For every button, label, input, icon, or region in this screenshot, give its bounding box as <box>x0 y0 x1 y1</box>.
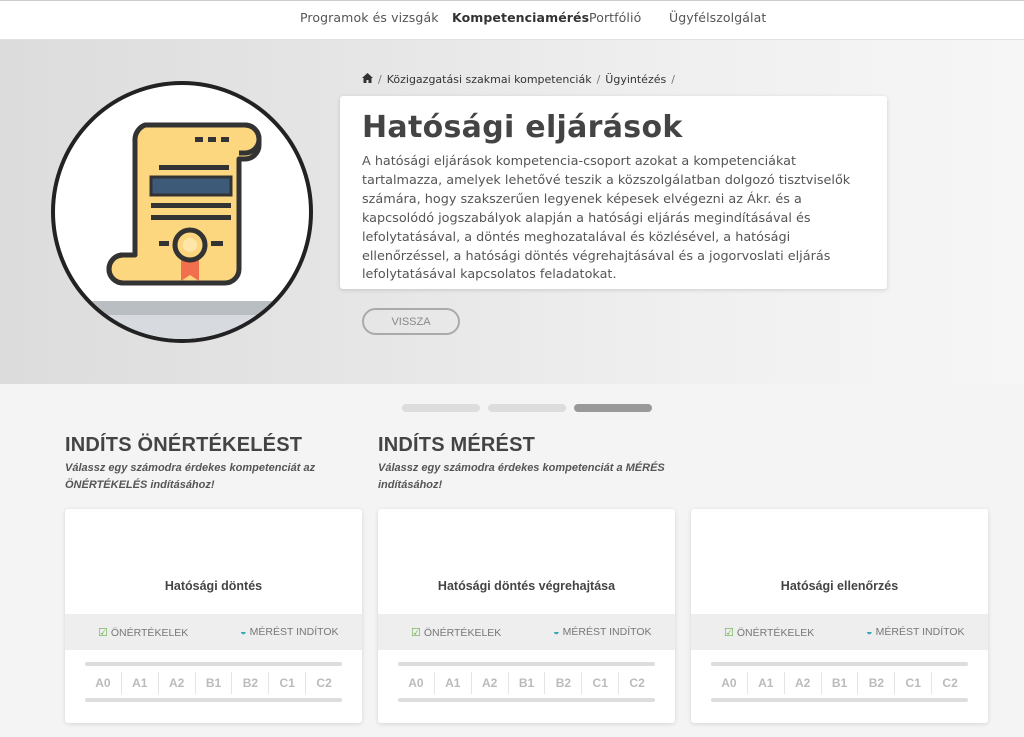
page-title: Hatósági eljárások <box>362 110 683 145</box>
breadcrumb-separator: / <box>671 73 675 86</box>
top-navigation: Programok és vizsgák Kompetenciamérés Po… <box>0 0 1024 47</box>
hero-section: / Közigazgatási szakmai kompetenciák / Ü… <box>0 40 1024 384</box>
self-assess-label: ÖNÉRTÉKELEK <box>423 626 502 639</box>
level-scale: A0 A1 A2 B1 B2 C1 C2 <box>711 672 968 694</box>
measure-subtitle-line2: indításához! <box>378 479 443 491</box>
start-measure-label: MÉRÉST INDÍTOK <box>875 626 965 638</box>
competency-card-hatosagi-ellenorzes[interactable]: Hatósági ellenőrzés ☑ ÖNÉRTÉKELEK ◒ MÉRÉ… <box>691 509 988 723</box>
competency-card-hatosagi-dontes[interactable]: Hatósági döntés ☑ ÖNÉRTÉKELEK ◒ MÉRÉST I… <box>65 509 362 723</box>
competency-title[interactable]: Hatósági ellenőrzés <box>691 579 988 593</box>
start-measure-label: MÉRÉST INDÍTOK <box>249 626 339 638</box>
start-measure-button[interactable]: ◒ MÉRÉST INDÍTOK <box>553 626 652 638</box>
level-bar-bottom <box>711 698 968 702</box>
level-bar-top <box>398 662 655 666</box>
competency-card-hatosagi-dontes-vegrehajtasa[interactable]: Hatósági döntés végrehajtása ☑ ÖNÉRTÉKEL… <box>378 509 675 723</box>
level-bar-top <box>85 662 342 666</box>
start-measure-label: MÉRÉST INDÍTOK <box>562 626 652 638</box>
breadcrumb-item-ugyintezes[interactable]: Ügyintézés <box>605 73 666 86</box>
level-scale: A0 A1 A2 B1 B2 C1 C2 <box>398 672 655 694</box>
carousel-dot-3-active[interactable] <box>574 404 652 412</box>
nav-kompetenciameres[interactable]: Kompetenciamérés <box>452 10 589 25</box>
measure-subtitle-line1: Válassz egy számodra érdekes kompetenciá… <box>378 462 665 474</box>
level-b1[interactable]: B1 <box>194 672 232 694</box>
nav-programok[interactable]: Programok és vizsgák <box>300 10 439 25</box>
card-actions: ☑ ÖNÉRTÉKELEK ◒ MÉRÉST INDÍTOK <box>691 614 988 650</box>
carousel-dot-1[interactable] <box>402 404 480 412</box>
gauge-icon: ◒ <box>553 626 560 638</box>
level-b1[interactable]: B1 <box>507 672 545 694</box>
self-assess-button[interactable]: ☑ ÖNÉRTÉKELEK <box>411 626 502 640</box>
competency-group-description: A hatósági eljárások kompetencia-csoport… <box>362 154 851 283</box>
self-assessment-title: INDÍTS ÖNÉRTÉKELÉST <box>65 434 303 456</box>
level-bar-bottom <box>398 698 655 702</box>
level-c2[interactable]: C2 <box>305 672 342 694</box>
nav-ugyfelszolgalat[interactable]: Ügyfélszolgálat <box>669 10 766 25</box>
competency-group-card: Hatósági eljárások A hatósági eljárások … <box>340 96 887 289</box>
level-scale: A0 A1 A2 B1 B2 C1 C2 <box>85 672 342 694</box>
level-a0[interactable]: A0 <box>85 672 121 694</box>
self-assess-button[interactable]: ☑ ÖNÉRTÉKELEK <box>724 626 815 640</box>
breadcrumb-separator: / <box>378 73 382 86</box>
illustration-circle <box>51 81 313 343</box>
home-icon[interactable] <box>362 73 373 86</box>
self-subtitle-line2: ÖNÉRTÉKELÉS indításához! <box>65 479 215 491</box>
level-c1[interactable]: C1 <box>894 672 931 694</box>
level-bar-top <box>711 662 968 666</box>
level-a1[interactable]: A1 <box>433 672 471 694</box>
level-a2[interactable]: A2 <box>783 672 821 694</box>
self-assess-button[interactable]: ☑ ÖNÉRTÉKELEK <box>98 626 189 640</box>
breadcrumb-separator: / <box>596 73 601 86</box>
start-measure-button[interactable]: ◒ MÉRÉST INDÍTOK <box>866 626 965 638</box>
card-actions: ☑ ÖNÉRTÉKELEK ◒ MÉRÉST INDÍTOK <box>378 614 675 650</box>
level-a0[interactable]: A0 <box>398 672 434 694</box>
measurement-subtitle: Válassz egy számodra érdekes kompetenciá… <box>378 460 665 494</box>
level-b2[interactable]: B2 <box>544 672 581 694</box>
back-button[interactable]: VISSZA <box>362 308 460 335</box>
self-subtitle-line1: Válassz egy számodra érdekes kompetenciá… <box>65 462 316 474</box>
gauge-icon: ◒ <box>240 626 247 638</box>
level-a1[interactable]: A1 <box>120 672 158 694</box>
card-actions: ☑ ÖNÉRTÉKELEK ◒ MÉRÉST INDÍTOK <box>65 614 362 650</box>
breadcrumb: / Közigazgatási szakmai kompetenciák / Ü… <box>362 73 675 86</box>
level-c2[interactable]: C2 <box>618 672 655 694</box>
check-square-icon: ☑ <box>98 627 108 639</box>
check-square-icon: ☑ <box>724 627 734 639</box>
start-measure-button[interactable]: ◒ MÉRÉST INDÍTOK <box>240 626 339 638</box>
level-b2[interactable]: B2 <box>857 672 894 694</box>
self-assess-label: ÖNÉRTÉKELEK <box>110 626 189 639</box>
measurement-title: INDÍTS MÉRÉST <box>378 434 536 456</box>
level-a2[interactable]: A2 <box>157 672 195 694</box>
competency-title[interactable]: Hatósági döntés végrehajtása <box>378 579 675 593</box>
level-b2[interactable]: B2 <box>231 672 268 694</box>
scroll-certificate-icon <box>106 122 262 286</box>
carousel-dot-2[interactable] <box>488 404 566 412</box>
nav-portfolio[interactable]: Portfólió <box>589 10 641 25</box>
level-b1[interactable]: B1 <box>820 672 858 694</box>
level-a0[interactable]: A0 <box>711 672 747 694</box>
level-bar-bottom <box>85 698 342 702</box>
breadcrumb-item-kozigazgatasi[interactable]: Közigazgatási szakmai kompetenciák <box>387 73 592 86</box>
level-a1[interactable]: A1 <box>746 672 784 694</box>
self-assessment-subtitle: Válassz egy számodra érdekes kompetenciá… <box>65 460 315 494</box>
check-square-icon: ☑ <box>411 627 421 639</box>
level-c1[interactable]: C1 <box>581 672 618 694</box>
self-assess-label: ÖNÉRTÉKELEK <box>736 626 815 639</box>
level-c2[interactable]: C2 <box>931 672 968 694</box>
level-c1[interactable]: C1 <box>268 672 305 694</box>
competency-title[interactable]: Hatósági döntés <box>65 579 362 593</box>
gauge-icon: ◒ <box>866 626 873 638</box>
level-a2[interactable]: A2 <box>470 672 508 694</box>
